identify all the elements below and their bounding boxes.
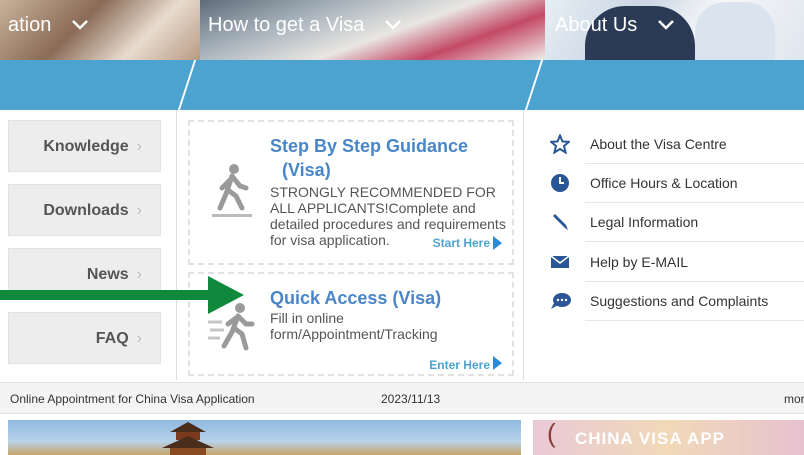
link-label: Office Hours & Location xyxy=(590,175,738,191)
link-office-hours[interactable]: Office Hours & Location xyxy=(525,163,804,203)
link-help-email[interactable]: Help by E-MAIL xyxy=(525,242,804,282)
menu-label: Knowledge xyxy=(43,138,129,155)
menu-knowledge-button[interactable]: Knowledge › xyxy=(8,120,161,172)
china-visa-app-banner[interactable]: ( CHINA VISA APP xyxy=(533,418,804,455)
nav-tab-application[interactable]: ation xyxy=(8,0,89,50)
ticker-news-link[interactable]: Online Appointment for China Visa Applic… xyxy=(10,383,255,415)
banner-title: CHINA VISA APP xyxy=(575,429,726,448)
link-label: Help by E-MAIL xyxy=(590,254,689,270)
annotation-arrow-icon xyxy=(0,276,244,314)
landmark-banner-image[interactable] xyxy=(8,420,521,455)
link-label: Legal Information xyxy=(590,214,699,230)
walking-person-icon xyxy=(212,162,252,227)
step-by-step-card[interactable]: Step By Step Guidance (Visa) STRONGLY RE… xyxy=(188,120,514,265)
card-title: Quick Access (Visa) xyxy=(270,288,442,308)
link-suggestions-complaints[interactable]: Suggestions and Complaints xyxy=(525,281,804,321)
chevron-right-icon: › xyxy=(136,138,142,155)
news-ticker: Online Appointment for China Visa Applic… xyxy=(0,382,804,414)
left-menu: Knowledge › Downloads › News › FAQ › xyxy=(0,110,175,380)
chevron-right-icon: › xyxy=(136,330,142,347)
main-nav-bar xyxy=(0,60,804,110)
play-arrow-icon xyxy=(493,356,502,370)
enter-here-link[interactable]: Enter Here xyxy=(429,358,490,372)
chevron-down-icon xyxy=(384,0,402,50)
chat-bubble-icon xyxy=(550,291,571,311)
pen-icon xyxy=(550,212,570,232)
pagoda-icon xyxy=(162,422,214,455)
card-title-suffix: (Visa) xyxy=(282,160,331,180)
card-title: Step By Step Guidance xyxy=(270,136,469,156)
chevron-down-icon xyxy=(71,0,89,50)
chevron-right-icon: › xyxy=(136,202,142,219)
envelope-icon xyxy=(550,252,570,272)
menu-label: Downloads xyxy=(43,202,129,219)
about-us-links: About the Visa Centre Office Hours & Loc… xyxy=(525,110,804,380)
banner-person xyxy=(695,2,775,60)
nav-tab-how-to-get-visa[interactable]: How to get a Visa xyxy=(208,0,402,50)
bracket-decoration-icon: ( xyxy=(547,418,557,448)
chevron-down-icon xyxy=(657,0,675,50)
nav-tab-label: ation xyxy=(8,14,52,36)
nav-tab-label: How to get a Visa xyxy=(208,14,365,36)
ticker-date: 2023/11/13 xyxy=(381,392,441,406)
ticker-more-link[interactable]: mor xyxy=(784,383,804,415)
link-about-visa-centre[interactable]: About the Visa Centre xyxy=(525,124,804,164)
nav-tab-about-us[interactable]: About Us xyxy=(555,0,675,50)
star-icon xyxy=(548,132,572,155)
page: ation How to get a Visa About Us Knowled… xyxy=(0,0,804,455)
link-label: About the Visa Centre xyxy=(590,136,727,152)
menu-downloads-button[interactable]: Downloads › xyxy=(8,184,161,236)
card-description: Fill in online form/Appointment/Tracking xyxy=(270,310,438,342)
divider xyxy=(585,320,804,321)
nav-tab-label: About Us xyxy=(555,14,638,36)
link-label: Suggestions and Complaints xyxy=(590,293,769,309)
start-here-link[interactable]: Start Here xyxy=(433,236,490,250)
menu-label: FAQ xyxy=(95,330,129,347)
visa-options-panel: Step By Step Guidance (Visa) STRONGLY RE… xyxy=(176,110,524,380)
clock-icon xyxy=(550,173,570,193)
link-legal-information[interactable]: Legal Information xyxy=(525,202,804,242)
play-arrow-icon xyxy=(493,236,502,250)
